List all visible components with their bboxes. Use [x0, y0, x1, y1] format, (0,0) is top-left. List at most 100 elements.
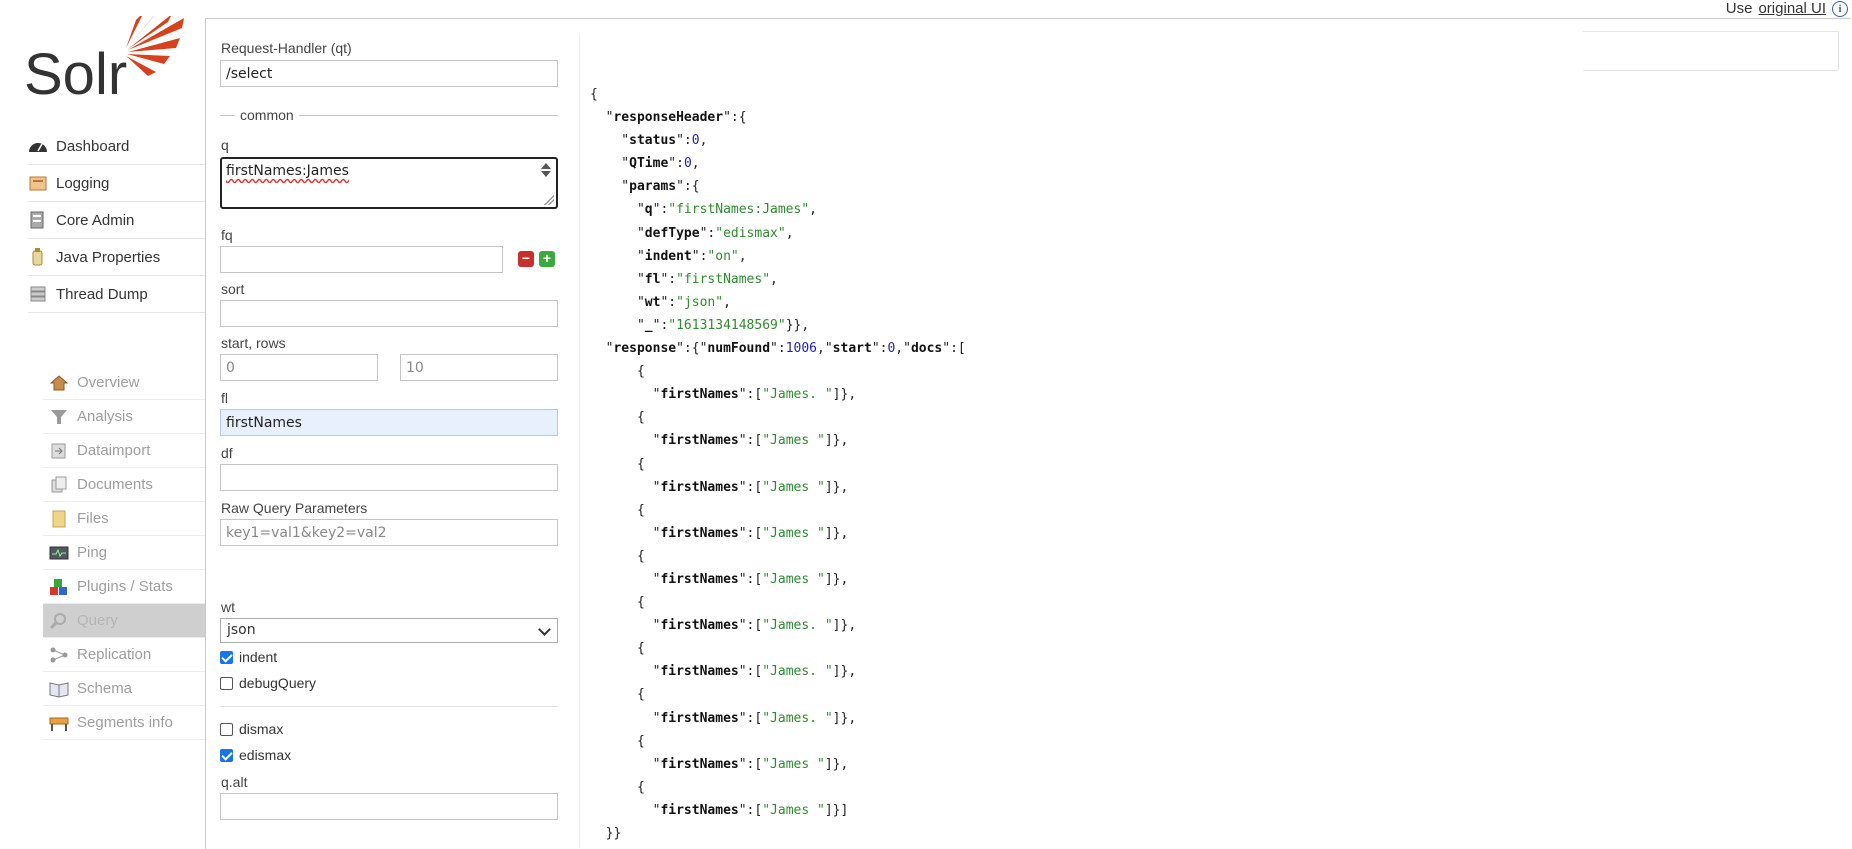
wt-label: wt — [221, 599, 235, 615]
nav-logging[interactable]: Logging — [28, 165, 206, 202]
sort-input[interactable] — [220, 300, 558, 327]
scroll-down-icon[interactable] — [541, 171, 551, 177]
core-nav-ping[interactable]: Ping — [43, 536, 206, 570]
thread-dump-icon — [28, 285, 48, 303]
dismax-checkbox[interactable] — [220, 722, 233, 736]
add-fq-button[interactable]: + — [539, 251, 555, 267]
start-rows-label: start, rows — [221, 335, 286, 351]
indent-checkbox-row[interactable]: indent — [220, 649, 277, 665]
funnel-icon — [49, 408, 69, 426]
qalt-label: q.alt — [221, 774, 248, 790]
dismax-checkbox-row[interactable]: dismax — [220, 721, 283, 737]
core-nav: Overview Analysis Dataimport Documents F… — [43, 366, 206, 740]
nav-thread-dump[interactable]: Thread Dump — [28, 276, 206, 313]
core-nav-dataimport[interactable]: Dataimport — [43, 434, 206, 468]
common-legend: common — [235, 107, 299, 123]
nav-label: Documents — [77, 476, 153, 493]
segments-icon — [49, 714, 69, 732]
dismax-label: dismax — [239, 721, 284, 737]
ping-icon — [49, 544, 69, 562]
handler-label: Request-Handler (qt) — [221, 40, 352, 56]
fl-label: fl — [221, 390, 228, 406]
original-ui-link[interactable]: original UI — [1758, 0, 1826, 17]
param-deftype: edismax — [723, 225, 778, 241]
scroll-up-icon[interactable] — [541, 163, 551, 169]
core-nav-overview[interactable]: Overview — [43, 366, 206, 400]
nav-core-admin[interactable]: Core Admin — [28, 202, 206, 239]
debug-query-checkbox[interactable] — [220, 676, 233, 690]
nav-dashboard[interactable]: Dashboard — [28, 128, 206, 165]
param-underscore: 1613134148569 — [676, 317, 778, 333]
nav-label: Analysis — [77, 408, 133, 425]
qalt-input[interactable] — [220, 793, 558, 820]
raw-params-label: Raw Query Parameters — [221, 500, 368, 516]
files-icon — [49, 510, 69, 528]
param-wt: json — [683, 294, 716, 310]
raw-params-input[interactable] — [220, 519, 558, 546]
core-nav-segments[interactable]: Segments info — [43, 706, 206, 740]
wt-select[interactable]: json — [220, 618, 558, 643]
use-text: Use — [1725, 0, 1753, 17]
numfound-value: 1006 — [785, 341, 818, 357]
fq-input[interactable] — [220, 246, 503, 273]
nav-label: Ping — [77, 544, 108, 561]
wt-selected-value: json — [227, 622, 256, 638]
df-input[interactable] — [220, 464, 558, 491]
doc-value: James. — [770, 664, 825, 680]
debug-query-label: debugQuery — [239, 675, 317, 691]
nav-label: Segments info — [77, 714, 173, 731]
main-nav: Dashboard Logging Core Admin Java Proper… — [28, 128, 206, 313]
nav-java-properties[interactable]: Java Properties — [28, 239, 206, 276]
rows-input[interactable] — [400, 354, 558, 381]
remove-fq-button[interactable]: − — [518, 251, 534, 267]
doc-value: James — [770, 433, 818, 449]
home-icon — [49, 374, 69, 392]
df-label: df — [221, 445, 233, 461]
edismax-checkbox[interactable] — [220, 748, 233, 762]
q-label: q — [221, 137, 229, 153]
core-nav-replication[interactable]: Replication — [43, 638, 206, 672]
core-nav-analysis[interactable]: Analysis — [43, 400, 206, 434]
info-icon[interactable]: i — [1832, 0, 1848, 17]
dataimport-icon — [49, 442, 69, 460]
request-url-box[interactable] — [1583, 31, 1839, 71]
doc-value: James — [770, 525, 818, 541]
nav-label: Core Admin — [56, 211, 135, 229]
q-textarea[interactable]: firstNames:James — [220, 157, 558, 209]
doc-value: James. — [770, 387, 825, 403]
param-q: firstNames:James — [676, 202, 802, 218]
nav-label: Dataimport — [77, 442, 151, 459]
indent-checkbox[interactable] — [220, 650, 233, 664]
nav-label: Query — [77, 612, 118, 629]
nav-label: Thread Dump — [56, 285, 148, 303]
nav-label: Java Properties — [56, 248, 161, 266]
resize-grip-icon[interactable] — [544, 195, 554, 205]
fq-label: fq — [221, 227, 233, 243]
core-nav-schema[interactable]: Schema — [43, 672, 206, 706]
core-nav-query[interactable]: Query — [43, 604, 206, 638]
solr-logo[interactable]: Solr — [24, 10, 184, 107]
nav-label: Overview — [77, 374, 140, 391]
core-nav-files[interactable]: Files — [43, 502, 206, 536]
q-value: firstNames:James — [226, 163, 349, 179]
start-input[interactable] — [220, 354, 378, 381]
sort-label: sort — [221, 281, 245, 297]
doc-value: James — [770, 571, 818, 587]
doc-value: James. — [770, 618, 825, 634]
core-nav-documents[interactable]: Documents — [43, 468, 206, 502]
doc-value: James — [770, 756, 818, 772]
nav-label: Files — [77, 510, 109, 527]
request-handler-input[interactable] — [220, 60, 558, 87]
core-nav-plugins[interactable]: Plugins / Stats — [43, 570, 206, 604]
top-bar: Use original UI i — [1726, 0, 1848, 17]
java-icon — [28, 248, 48, 266]
fl-input[interactable] — [220, 409, 558, 436]
status-value: 0 — [691, 133, 700, 149]
documents-icon — [49, 476, 69, 494]
debug-checkbox-row[interactable]: debugQuery — [220, 675, 316, 691]
plugins-icon — [49, 578, 69, 596]
edismax-label: edismax — [239, 747, 292, 763]
replication-icon — [49, 646, 69, 664]
dashboard-icon — [28, 137, 48, 155]
edismax-checkbox-row[interactable]: edismax — [220, 747, 291, 763]
